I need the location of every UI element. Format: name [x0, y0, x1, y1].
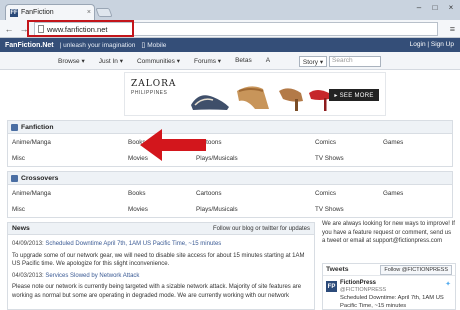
ad-banner[interactable]: ZALORA PHILIPPINES ▸ SEE MORE: [124, 72, 386, 116]
tweet: FP FictionPress @FICTIONPRESS ✦ Schedule…: [323, 276, 455, 310]
news-item: 04/09/2013: Scheduled Downtime April 7th…: [12, 240, 310, 249]
minimize-icon[interactable]: –: [414, 3, 424, 12]
section-title: Fanfiction: [21, 123, 54, 131]
fanfiction-header: Fanfiction: [8, 121, 452, 134]
category-link[interactable]: Comics: [315, 139, 336, 146]
ad-subtitle: PHILIPPINES: [131, 90, 168, 96]
follow-button[interactable]: Follow @FICTIONPRESS: [380, 264, 452, 275]
nav-communities[interactable]: Communities ▾: [137, 57, 180, 65]
category-link[interactable]: Misc: [12, 155, 25, 162]
crossover-icon: [11, 174, 18, 182]
news-headline[interactable]: Scheduled Downtime April 7th, 1AM US Pac…: [45, 241, 221, 247]
sidebar: We are always looking for new ways to im…: [322, 220, 456, 310]
heel-shoe-image-icon: [279, 88, 303, 111]
nav-just-in[interactable]: Just In ▾: [99, 57, 123, 65]
news-headline[interactable]: Services Slowed by Network Attack: [45, 273, 139, 279]
category-link[interactable]: Anime/Manga: [12, 190, 51, 197]
news-text: Please note our network is currently bei…: [12, 284, 302, 299]
menu-icon[interactable]: ≡: [450, 24, 455, 34]
site-logo[interactable]: FanFiction.Net: [5, 42, 54, 49]
twitter-bird-icon: ✦: [445, 281, 451, 288]
crossovers-header: Crossovers: [8, 172, 452, 185]
news-panel: News Follow our blog or twitter for upda…: [7, 222, 315, 310]
close-window-icon[interactable]: ×: [446, 3, 456, 12]
tweets-header: Tweets Follow @FICTIONPRESS: [323, 264, 455, 276]
category-link[interactable]: Cartoons: [196, 190, 222, 197]
category-link[interactable]: Misc: [12, 206, 25, 213]
fanfiction-favicon-icon: FF: [10, 8, 18, 17]
tweets-widget: Tweets Follow @FICTIONPRESS FP FictionPr…: [322, 263, 456, 310]
new-tab-button[interactable]: [95, 8, 113, 17]
category-link[interactable]: Games: [383, 190, 403, 197]
story-select[interactable]: Story ▾: [299, 56, 327, 67]
news-follow-text[interactable]: Follow our blog or twitter for updates: [213, 226, 310, 232]
crossovers-section: Crossovers Anime/Manga Books Cartoons Co…: [7, 171, 453, 218]
wedge-shoe-image-icon: [237, 86, 269, 109]
mobile-phone-icon: ▯: [141, 42, 146, 49]
mobile-link[interactable]: Mobile: [147, 42, 166, 49]
site-navbar: Browse ▾ Just In ▾ Communities ▾ Forums …: [0, 52, 460, 70]
window-controls: – □ ×: [414, 3, 456, 12]
ad-see-more-button[interactable]: ▸ SEE MORE: [329, 89, 379, 101]
nav-betas[interactable]: Betas: [235, 57, 252, 65]
shoe-image-icon: [191, 95, 229, 110]
nav-font-size[interactable]: A: [266, 57, 270, 65]
search-input[interactable]: Search: [329, 56, 381, 67]
category-link[interactable]: Anime/Manga: [12, 139, 51, 146]
tweets-title: Tweets: [326, 266, 349, 273]
news-item: 04/03/2013: Services Slowed by Network A…: [12, 272, 310, 281]
browser-titlebar: FF FanFiction × – □ ×: [0, 0, 460, 20]
feedback-text: We are always looking for new ways to im…: [322, 221, 455, 244]
news-date: 04/03/2013:: [12, 272, 44, 279]
category-link[interactable]: Games: [383, 139, 403, 146]
back-arrow-icon[interactable]: ←: [4, 24, 14, 34]
ad-brand: ZALORA: [131, 79, 177, 89]
nav-browse[interactable]: Browse ▾: [58, 57, 85, 65]
category-link[interactable]: TV Shows: [315, 206, 344, 213]
category-link[interactable]: Books: [128, 190, 146, 197]
tab-title: FanFiction: [21, 9, 54, 16]
login-signup-links[interactable]: Login | Sign Up: [410, 41, 454, 48]
nav-forums[interactable]: Forums ▾: [194, 57, 221, 65]
maximize-icon[interactable]: □: [430, 3, 440, 12]
tweet-handle[interactable]: @FICTIONPRESS: [340, 287, 386, 293]
news-body: 04/09/2013: Scheduled Downtime April 7th…: [8, 235, 314, 308]
category-link[interactable]: Comics: [315, 190, 336, 197]
site-header: FanFiction.Net | unleash your imaginatio…: [0, 38, 460, 52]
section-title: Crossovers: [21, 174, 59, 182]
red-arrow-annotation-icon: [140, 129, 206, 161]
tweet-text: Scheduled Downtime: April 7th, 1AM US Pa…: [340, 295, 444, 309]
book-icon: [11, 123, 18, 131]
news-date: 04/09/2013:: [12, 241, 44, 247]
site-tagline: | unleash your imagination: [59, 41, 136, 49]
tweet-author[interactable]: FictionPress: [340, 280, 376, 286]
news-title: News: [12, 225, 30, 232]
fanfiction-section: Fanfiction Anime/Manga Books Cartoons Co…: [7, 120, 453, 167]
browser-tab[interactable]: FF FanFiction ×: [5, 4, 95, 20]
avatar[interactable]: FP: [326, 281, 337, 292]
news-header: News Follow our blog or twitter for upda…: [8, 223, 314, 235]
url-highlight-annotation: [27, 20, 134, 37]
news-text: To upgrade some of our network gear, we …: [12, 252, 305, 268]
category-link[interactable]: TV Shows: [315, 155, 344, 162]
nav-menu: Browse ▾ Just In ▾ Communities ▾ Forums …: [58, 57, 270, 65]
category-link[interactable]: Plays/Musicals: [196, 206, 238, 213]
category-link[interactable]: Movies: [128, 206, 148, 213]
tab-close-icon[interactable]: ×: [87, 9, 91, 16]
